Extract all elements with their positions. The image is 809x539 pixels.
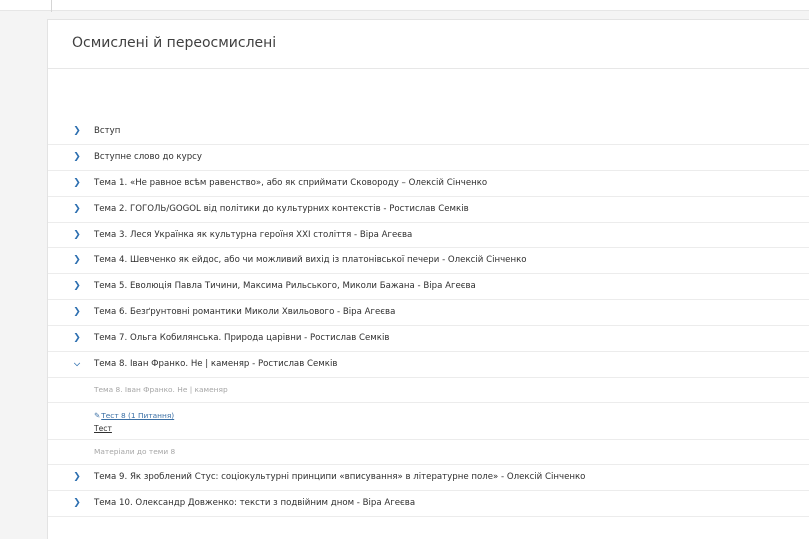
topic-label[interactable]: Вступ (94, 119, 120, 144)
chevron-right-icon[interactable]: ❯ (72, 465, 82, 490)
course-header: Осмислені й переосмислені (48, 20, 809, 69)
topic-label[interactable]: Вступне слово до курсу (94, 145, 202, 170)
topic-row[interactable]: ❯ Тема 7. Ольга Кобилянська. Природа цар… (48, 326, 809, 353)
course-title: Осмислені й переосмислені (72, 35, 277, 51)
chevron-right-icon[interactable]: ❯ (72, 119, 82, 144)
edit-icon: ✎ (94, 410, 101, 420)
materials-row[interactable]: Матеріали до теми 8 (48, 440, 809, 465)
chevron-right-icon[interactable]: ❯ (72, 326, 82, 351)
topic-label[interactable]: Тема 9. Як зроблений Стус: соціокультурн… (94, 465, 585, 490)
chevron-down-icon[interactable]: ⌵ (72, 352, 82, 377)
topic-label[interactable]: Тема 5. Еволюція Павла Тичини, Максима Р… (94, 274, 476, 299)
chevron-right-icon[interactable]: ❯ (72, 300, 82, 325)
topic-row[interactable]: ❯ Тема 3. Леся Українка як культурна гер… (48, 223, 809, 249)
section-title: Тема 8. Іван Франко. Не | каменяр (94, 384, 228, 394)
topic-row[interactable]: ❯ Тема 5. Еволюція Павла Тичини, Максима… (48, 274, 809, 301)
topic-label[interactable]: Тема 8. Іван Франко. Не | каменяр - Рост… (94, 352, 337, 377)
course-card: Осмислені й переосмислені ❯ Вступ ❯ Всту… (47, 19, 809, 539)
topic-row[interactable]: ❯ Тема 9. Як зроблений Стус: соціокульту… (48, 465, 809, 491)
chevron-right-icon[interactable]: ❯ (72, 197, 82, 222)
topic-label[interactable]: Тема 1. «Не равное всѣм равенство», або … (94, 171, 487, 196)
topic-list: ❯ Вступ ❯ Вступне слово до курсу ❯ Тема … (48, 119, 809, 517)
left-divider (51, 0, 52, 12)
chevron-right-icon[interactable]: ❯ (72, 145, 82, 170)
topic-row[interactable]: ❯ Тема 2. ГОГОЛЬ/GOGOL від політики до к… (48, 197, 809, 223)
topic-row[interactable]: ❯ Тема 1. «Не равное всѣм равенство», аб… (48, 171, 809, 197)
topic-label[interactable]: Тема 7. Ольга Кобилянська. Природа царів… (94, 326, 389, 351)
topic-row-expanded[interactable]: ⌵ Тема 8. Іван Франко. Не | каменяр - Ро… (48, 352, 809, 378)
test-label[interactable]: Тест (94, 424, 112, 433)
topic-label[interactable]: Тема 4. Шевченко як ейдос, або чи можлив… (94, 248, 527, 273)
topic-label[interactable]: Тема 10. Олександр Довженко: тексти з по… (94, 491, 415, 516)
section-title-row: Тема 8. Іван Франко. Не | каменяр (48, 378, 809, 403)
test-item[interactable]: ✎Тест 8 (1 Питання) Тест (48, 403, 809, 440)
materials-label[interactable]: Матеріали до теми 8 (94, 440, 175, 464)
topic-label[interactable]: Тема 6. Безґрунтовні романтики Миколи Хв… (94, 300, 395, 325)
chevron-right-icon[interactable]: ❯ (72, 223, 82, 248)
top-bar-divider (0, 10, 809, 11)
topic-row[interactable]: ❯ Тема 4. Шевченко як ейдос, або чи можл… (48, 248, 809, 275)
chevron-right-icon[interactable]: ❯ (72, 171, 82, 196)
chevron-right-icon[interactable]: ❯ (72, 248, 82, 273)
topic-row[interactable]: ❯ Тема 10. Олександр Довженко: тексти з … (48, 491, 809, 517)
chevron-right-icon[interactable]: ❯ (72, 274, 82, 299)
test-link[interactable]: ✎Тест 8 (1 Питання) (94, 411, 174, 420)
chevron-right-icon[interactable]: ❯ (72, 491, 82, 516)
test-link-text[interactable]: Тест 8 (1 Питання) (101, 411, 174, 420)
topic-row[interactable]: ❯ Вступ (48, 119, 809, 145)
top-bar (0, 0, 809, 10)
topic-row[interactable]: ❯ Вступне слово до курсу (48, 145, 809, 171)
topic-label[interactable]: Тема 2. ГОГОЛЬ/GOGOL від політики до кул… (94, 197, 469, 222)
topic-label[interactable]: Тема 3. Леся Українка як культурна герої… (94, 223, 412, 248)
topic-row[interactable]: ❯ Тема 6. Безґрунтовні романтики Миколи … (48, 300, 809, 327)
